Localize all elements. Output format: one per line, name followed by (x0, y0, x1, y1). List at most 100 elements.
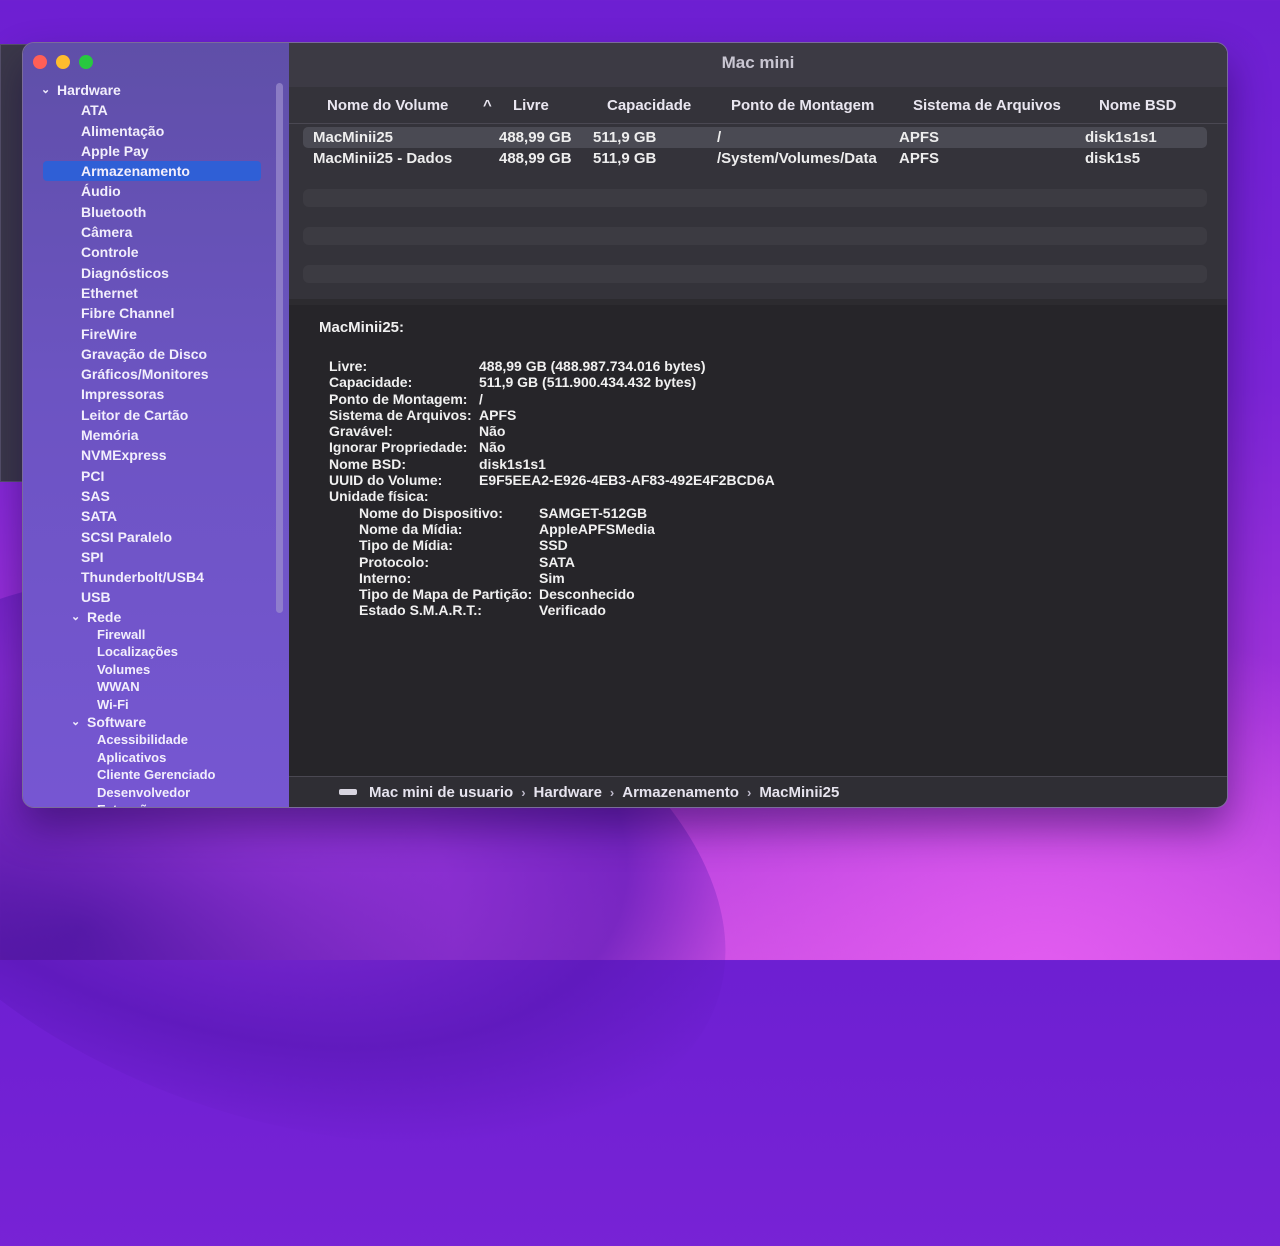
sidebar-item-0[interactable]: ATA (23, 100, 267, 120)
table-row[interactable]: MacMinii25 488,99 GB 511,9 GB / APFS disk1s1s… (303, 127, 1207, 148)
sidebar-item-12[interactable]: Gravação de Disco (23, 344, 267, 364)
table-cell: APFS (899, 129, 940, 146)
detail-field: Interno: Sim (319, 570, 1197, 586)
sidebar-item-software-4[interactable]: Extensões (23, 801, 267, 807)
sidebar-tree: Hardware ⌄ ATA Alimentação Apple Pay Armazena… (23, 80, 267, 807)
table-header: Nome do Volume ^ Livre Capacidade Ponto de M… (289, 87, 1227, 124)
sidebar-item-label: Gravação de Disco (81, 345, 208, 362)
sidebar-item-9[interactable]: Ethernet (23, 283, 267, 303)
detail-field: Unidade física: (319, 488, 1197, 504)
sidebar-item-8[interactable]: Diagnósticos (23, 263, 267, 283)
chevron-down-icon[interactable]: ⌄ (41, 80, 50, 100)
sidebar-item-software-2[interactable]: Cliente Gerenciado (23, 766, 267, 784)
sidebar-item-4[interactable]: Áudio (23, 181, 267, 201)
column-header-4[interactable]: Sistema de Arquivos (913, 97, 1099, 114)
detail-field: Gravável: Não (319, 423, 1197, 439)
sidebar-item-3[interactable]: Armazenamento (43, 161, 261, 182)
sidebar-group-hardware[interactable]: Hardware ⌄ (23, 80, 267, 100)
sidebar-scrollbar[interactable] (276, 83, 283, 613)
field-value: Desconhecido (539, 586, 635, 603)
sidebar-item-22[interactable]: SPI (23, 547, 267, 567)
chevron-down-icon[interactable]: ⌄ (71, 608, 80, 626)
sidebar-item-13[interactable]: Gráficos/Monitores (23, 364, 267, 384)
sidebar-item-15[interactable]: Leitor de Cartão (23, 405, 267, 425)
column-header-2[interactable]: Capacidade (607, 97, 731, 114)
sidebar-item-11[interactable]: FireWire (23, 324, 267, 344)
table-cell: disk1s5 (1085, 150, 1141, 167)
detail-field: Ignorar Propriedade: Não (319, 439, 1197, 455)
sidebar-item-rede-3[interactable]: WWAN (23, 678, 267, 696)
sidebar-item-software-1[interactable]: Aplicativos (23, 749, 267, 767)
sidebar-group-rede[interactable]: Rede ⌄ (23, 608, 267, 626)
sidebar-item-label: Armazenamento (81, 163, 190, 180)
sidebar-item-rede-2[interactable]: Volumes (23, 661, 267, 679)
sidebar-item-6[interactable]: Câmera (23, 222, 267, 242)
volumes-table: Nome do Volume ^ Livre Capacidade Ponto de M… (289, 87, 1227, 345)
sidebar-item-20[interactable]: SATA (23, 506, 267, 526)
detail-field: Livre: 488,99 GB (488.987.734.016 bytes) (319, 358, 1197, 374)
sidebar-item-software-3[interactable]: Desenvolvedor (23, 784, 267, 802)
sidebar-item-label: Leitor de Cartão (81, 406, 189, 423)
sidebar-item-10[interactable]: Fibre Channel (23, 303, 267, 323)
table-cell: 488,99 GB (499, 129, 572, 146)
sidebar-item-2[interactable]: Apple Pay (23, 141, 267, 161)
field-value: APFS (479, 406, 517, 423)
detail-field: Ponto de Montagem: / (319, 391, 1197, 407)
sort-ascending-icon[interactable]: ^ (483, 97, 503, 114)
detail-field: Tipo de Mapa de Partição: Desconhecido (319, 586, 1197, 602)
zoom-button[interactable] (79, 55, 93, 69)
sidebar-item-rede-4[interactable]: Wi-Fi (23, 696, 267, 714)
empty-row (303, 189, 1207, 207)
detail-field: Capacidade: 511,9 GB (511.900.434.432 byt… (319, 374, 1197, 390)
column-header-3[interactable]: Ponto de Montagem (731, 97, 913, 114)
field-value: Verificado (539, 602, 606, 619)
chevron-down-icon[interactable]: ⌄ (71, 713, 80, 731)
breadcrumb-separator: › (746, 784, 752, 800)
sidebar-item-17[interactable]: NVMExpress (23, 445, 267, 465)
field-value: disk1s1s1 (479, 455, 546, 472)
detail-title: MacMinii25: (319, 319, 405, 336)
minimize-button[interactable] (56, 55, 70, 69)
sidebar-item-23[interactable]: Thunderbolt/USB4 (23, 567, 267, 587)
breadcrumb-item[interactable]: MacMinii25 (759, 784, 839, 801)
detail-field: Nome do Dispositivo: SAMGET-512GB (319, 505, 1197, 521)
field-label: Ignorar Propriedade: (329, 439, 468, 456)
sidebar-item-5[interactable]: Bluetooth (23, 202, 267, 222)
field-value: SAMGET-512GB (539, 504, 648, 521)
sidebar-group-software[interactable]: Software ⌄ (23, 713, 267, 731)
column-header-1[interactable]: Livre (513, 97, 607, 114)
sidebar-item-software-0[interactable]: Acessibilidade (23, 731, 267, 749)
sidebar-item-19[interactable]: SAS (23, 486, 267, 506)
table-cell: 511,9 GB (593, 129, 657, 146)
detail-field: Sistema de Arquivos: APFS (319, 407, 1197, 423)
field-label: Interno: (359, 569, 412, 586)
sidebar-item-7[interactable]: Controle (23, 242, 267, 262)
field-label: Ponto de Montagem: (329, 390, 468, 407)
column-header-5[interactable]: Nome BSD (1099, 97, 1209, 114)
breadcrumb-separator: › (521, 784, 526, 800)
sidebar-item-label: Rede (87, 608, 122, 625)
close-button[interactable] (33, 55, 47, 69)
sidebar-item-24[interactable]: USB (23, 587, 267, 607)
field-label: Tipo de Mapa de Partição: (359, 586, 533, 603)
field-value: SSD (539, 537, 568, 554)
sidebar-item-label: PCI (81, 467, 105, 484)
sidebar-item-rede-1[interactable]: Localizações (23, 643, 267, 661)
sidebar-item-1[interactable]: Alimentação (23, 121, 267, 141)
table-cell: /System/Volumes/Data (717, 150, 877, 167)
field-value: Não (479, 423, 506, 440)
sidebar-item-14[interactable]: Impressoras (23, 384, 267, 404)
sidebar-item-21[interactable]: SCSI Paralelo (23, 527, 267, 547)
sidebar-item-16[interactable]: Memória (23, 425, 267, 445)
breadcrumb-item[interactable]: Mac mini de usuario (369, 784, 513, 801)
breadcrumb-item[interactable]: Hardware (534, 784, 602, 801)
table-row[interactable]: MacMinii25 - Dados 488,99 GB 511,9 GB/Syst… (303, 148, 1207, 169)
sidebar-item-label: Impressoras (81, 386, 165, 403)
field-label: Nome BSD: (329, 455, 407, 472)
breadcrumb-item[interactable]: Armazenamento (622, 784, 739, 801)
detail-field: Protocolo: SATA (319, 554, 1197, 570)
sidebar-item-rede-0[interactable]: Firewall (23, 626, 267, 644)
mac-mini-icon (339, 789, 357, 795)
sidebar-item-18[interactable]: PCI (23, 466, 267, 486)
sidebar-item-label: Extensões (97, 802, 162, 807)
